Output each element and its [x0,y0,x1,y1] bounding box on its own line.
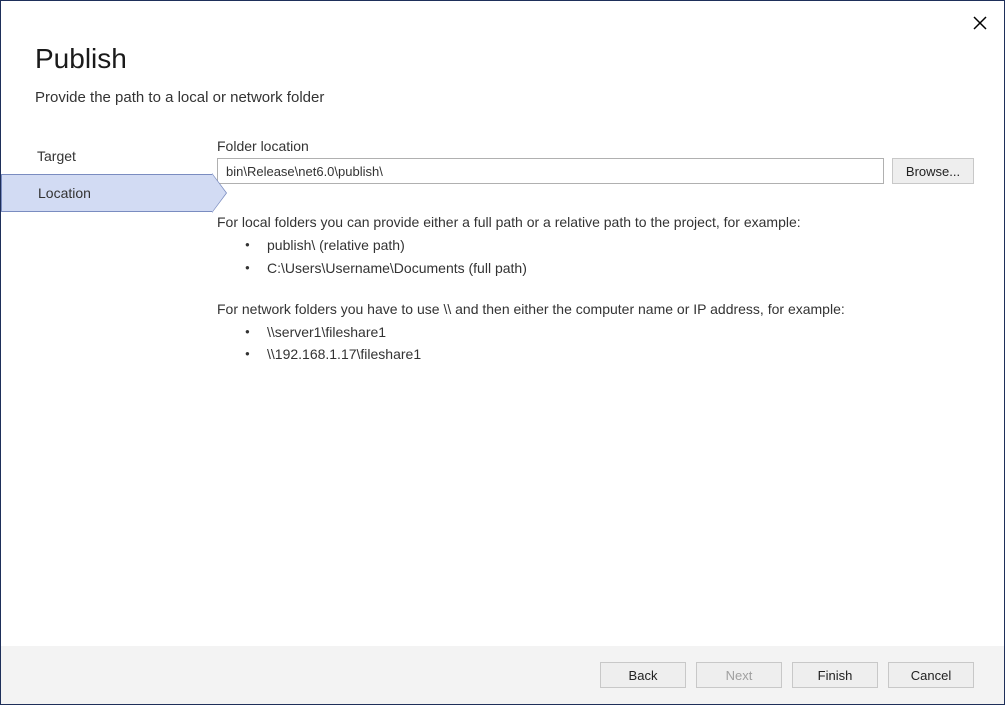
help-local-intro: For local folders you can provide either… [217,212,974,232]
folder-location-row: Browse... [217,158,974,184]
dialog-header: Publish Provide the path to a local or n… [1,1,1004,106]
browse-button[interactable]: Browse... [892,158,974,184]
sidebar-item-label: Target [37,148,76,164]
page-title: Publish [35,43,1004,75]
close-button[interactable] [968,11,992,35]
dialog-content: Target Location Folder location Browse..… [1,138,1004,386]
wizard-sidebar: Target Location [1,138,211,386]
help-example-item: publish\ (relative path) [267,234,974,256]
sidebar-item-label: Location [38,185,91,201]
sidebar-item-target[interactable]: Target [1,138,211,174]
help-network-intro: For network folders you have to use \\ a… [217,299,974,319]
help-network-examples: \\server1\fileshare1 \\192.168.1.17\file… [217,321,974,366]
page-subtitle: Provide the path to a local or network f… [35,89,1004,106]
help-local-examples: publish\ (relative path) C:\Users\Userna… [217,234,974,279]
help-example-item: \\server1\fileshare1 [267,321,974,343]
cancel-button[interactable]: Cancel [888,662,974,688]
main-panel: Folder location Browse... For local fold… [211,138,1004,386]
dialog-footer: Back Next Finish Cancel [1,646,1004,704]
folder-location-label: Folder location [217,138,974,154]
folder-location-input[interactable] [217,158,884,184]
next-button: Next [696,662,782,688]
finish-button[interactable]: Finish [792,662,878,688]
close-icon [973,16,987,30]
sidebar-item-location[interactable]: Location [1,174,212,212]
help-text-block: For local folders you can provide either… [217,212,974,366]
help-example-item: C:\Users\Username\Documents (full path) [267,257,974,279]
help-example-item: \\192.168.1.17\fileshare1 [267,343,974,365]
back-button[interactable]: Back [600,662,686,688]
